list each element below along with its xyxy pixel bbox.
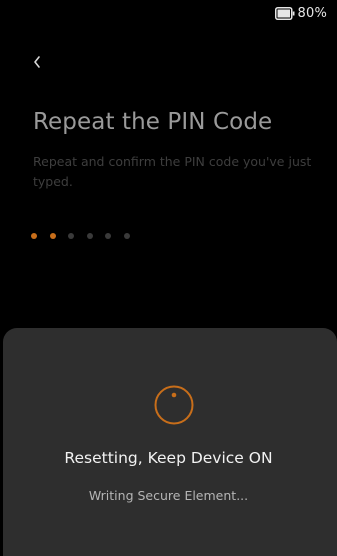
chevron-left-icon[interactable] [30,54,44,70]
page-subtitle: Repeat and confirm the PIN code you've j… [33,154,312,189]
reset-progress-sheet [3,328,337,556]
pin-dot [105,233,112,239]
pin-dot [31,233,37,239]
pin-dot [86,233,93,239]
status-bar: 80% [0,0,337,28]
battery-percentage: 80% [297,6,327,21]
pin-dot [49,233,56,239]
battery-indicator: 80% [274,6,328,21]
battery-icon [274,7,294,20]
pin-indicator [31,233,130,239]
page-title: Repeat the PIN Code [33,109,273,135]
pin-dot [123,233,130,239]
pin-dot [68,233,75,239]
spinner-icon [154,385,194,425]
reset-status: Writing Secure Element... [88,488,249,503]
reset-title: Resetting, Keep Device ON [64,449,273,467]
